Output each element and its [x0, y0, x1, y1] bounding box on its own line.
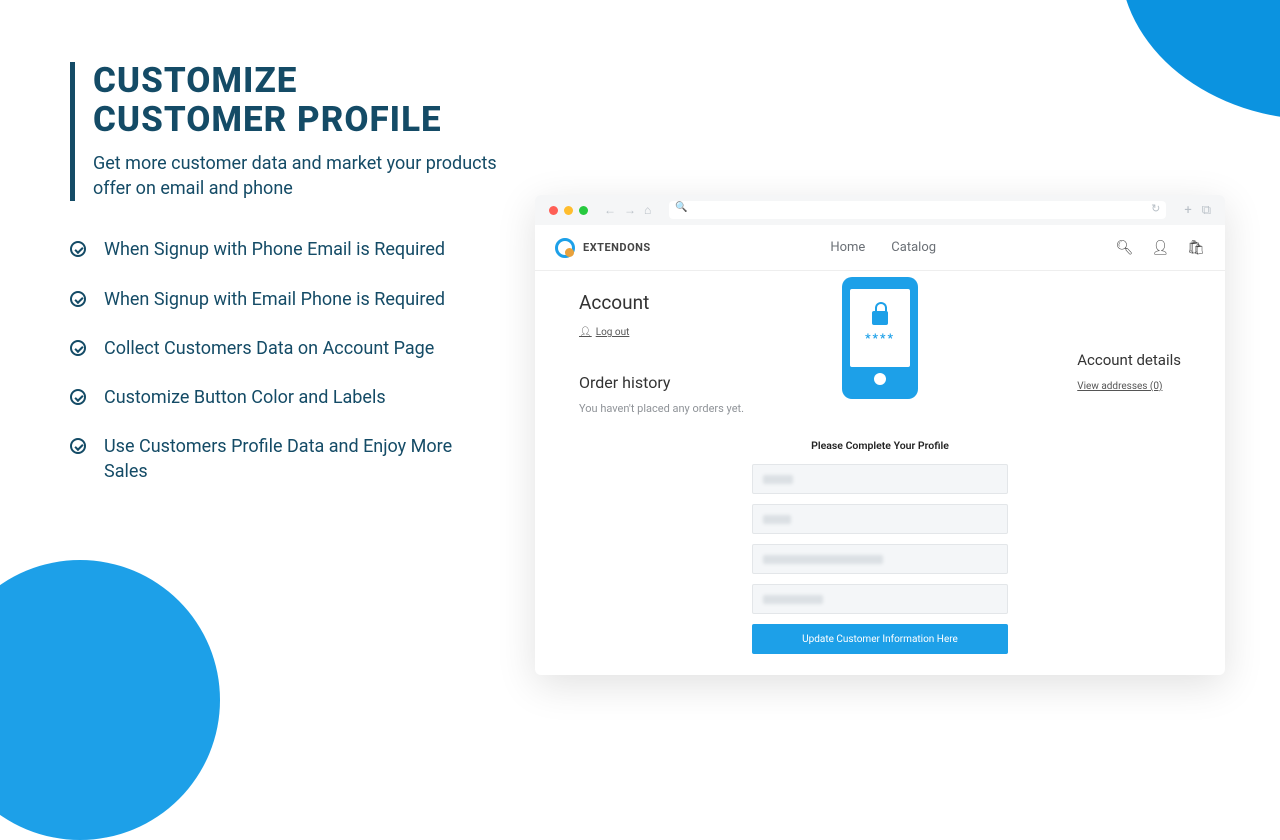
check-icon — [70, 291, 86, 307]
account-details-title: Account details — [1077, 351, 1181, 369]
password-stars: **** — [865, 331, 895, 345]
check-icon — [70, 389, 86, 405]
phone-illustration-icon: **** — [842, 277, 918, 399]
home-icon[interactable]: ⌂ — [644, 203, 651, 217]
user-icon: 👤︎ — [579, 327, 592, 338]
check-icon — [70, 241, 86, 257]
store-logo[interactable]: EXTENDONS — [555, 238, 651, 258]
browser-chrome: ← → ⌂ + ⧉ — [535, 195, 1225, 225]
url-bar[interactable] — [669, 201, 1166, 219]
feature-bullet: Customize Button Color and Labels — [70, 385, 500, 410]
window-controls — [549, 206, 588, 215]
account-page: Account 👤︎Log out Order history You have… — [535, 271, 1225, 675]
profile-input-2[interactable] — [752, 504, 1008, 534]
feature-bullet: When Signup with Phone Email is Required — [70, 237, 500, 262]
profile-form: Please Complete Your Profile Update Cust… — [752, 439, 1008, 654]
profile-input-1[interactable] — [752, 464, 1008, 494]
decorative-blob-bottom-left — [0, 560, 220, 840]
hero-left-column: CUSTOMIZE CUSTOMER PROFILE Get more cust… — [70, 62, 500, 485]
update-profile-button[interactable]: Update Customer Information Here — [752, 624, 1008, 654]
forward-arrow-icon[interactable]: → — [624, 203, 636, 217]
feature-bullet-list: When Signup with Phone Email is Required… — [70, 237, 500, 484]
copy-icon[interactable]: ⧉ — [1202, 203, 1211, 218]
browser-right-controls: + ⧉ — [1184, 203, 1211, 218]
logo-mark-icon — [555, 238, 575, 258]
bullet-text: When Signup with Email Phone is Required — [104, 287, 445, 312]
new-tab-icon[interactable]: + — [1184, 203, 1191, 218]
nav-home[interactable]: Home — [830, 240, 865, 255]
hero-subtitle: Get more customer data and market your p… — [93, 151, 500, 201]
lock-icon — [872, 311, 888, 325]
phone-home-button-icon — [874, 373, 886, 385]
browser-mockup: ← → ⌂ + ⧉ EXTENDONS Home Catalog 🔍︎ 👤︎ 🛍… — [535, 195, 1225, 675]
store-header: EXTENDONS Home Catalog 🔍︎ 👤︎ 🛍︎ — [535, 225, 1225, 271]
profile-input-4[interactable] — [752, 584, 1008, 614]
feature-bullet: Collect Customers Data on Account Page — [70, 336, 500, 361]
bullet-text: When Signup with Phone Email is Required — [104, 237, 445, 262]
feature-bullet: When Signup with Email Phone is Required — [70, 287, 500, 312]
decorative-blob-top-right — [1120, 0, 1280, 120]
browser-nav-arrows: ← → ⌂ — [604, 203, 651, 217]
hero-title: CUSTOMIZE CUSTOMER PROFILE — [93, 62, 500, 139]
store-header-icons: 🔍︎ 👤︎ 🛍︎ — [1116, 240, 1205, 256]
store-nav: Home Catalog — [830, 240, 936, 255]
logout-link[interactable]: 👤︎ Log out — [579, 327, 629, 338]
close-dot-icon[interactable] — [549, 206, 558, 215]
profile-form-title: Please Complete Your Profile — [752, 439, 1008, 452]
hero-heading-group: CUSTOMIZE CUSTOMER PROFILE Get more cust… — [70, 62, 500, 201]
feature-bullet: Use Customers Profile Data and Enjoy Mor… — [70, 434, 500, 484]
cart-icon[interactable]: 🛍︎ — [1187, 240, 1205, 256]
account-details-panel: Account details View addresses (0) — [1077, 351, 1181, 393]
search-icon[interactable]: 🔍︎ — [1116, 240, 1134, 256]
maximize-dot-icon[interactable] — [579, 206, 588, 215]
account-icon[interactable]: 👤︎ — [1151, 240, 1169, 256]
phone-screen: **** — [850, 289, 910, 367]
logo-text: EXTENDONS — [583, 241, 651, 254]
bullet-text: Customize Button Color and Labels — [104, 385, 386, 410]
logout-label: Log out — [596, 327, 630, 338]
minimize-dot-icon[interactable] — [564, 206, 573, 215]
bullet-text: Collect Customers Data on Account Page — [104, 336, 434, 361]
back-arrow-icon[interactable]: ← — [604, 203, 616, 217]
view-addresses-link[interactable]: View addresses (0) — [1077, 381, 1162, 392]
bullet-text: Use Customers Profile Data and Enjoy Mor… — [104, 434, 500, 484]
profile-input-3[interactable] — [752, 544, 1008, 574]
order-history-empty: You haven't placed any orders yet. — [579, 402, 1181, 415]
nav-catalog[interactable]: Catalog — [891, 240, 936, 255]
check-icon — [70, 438, 86, 454]
check-icon — [70, 340, 86, 356]
